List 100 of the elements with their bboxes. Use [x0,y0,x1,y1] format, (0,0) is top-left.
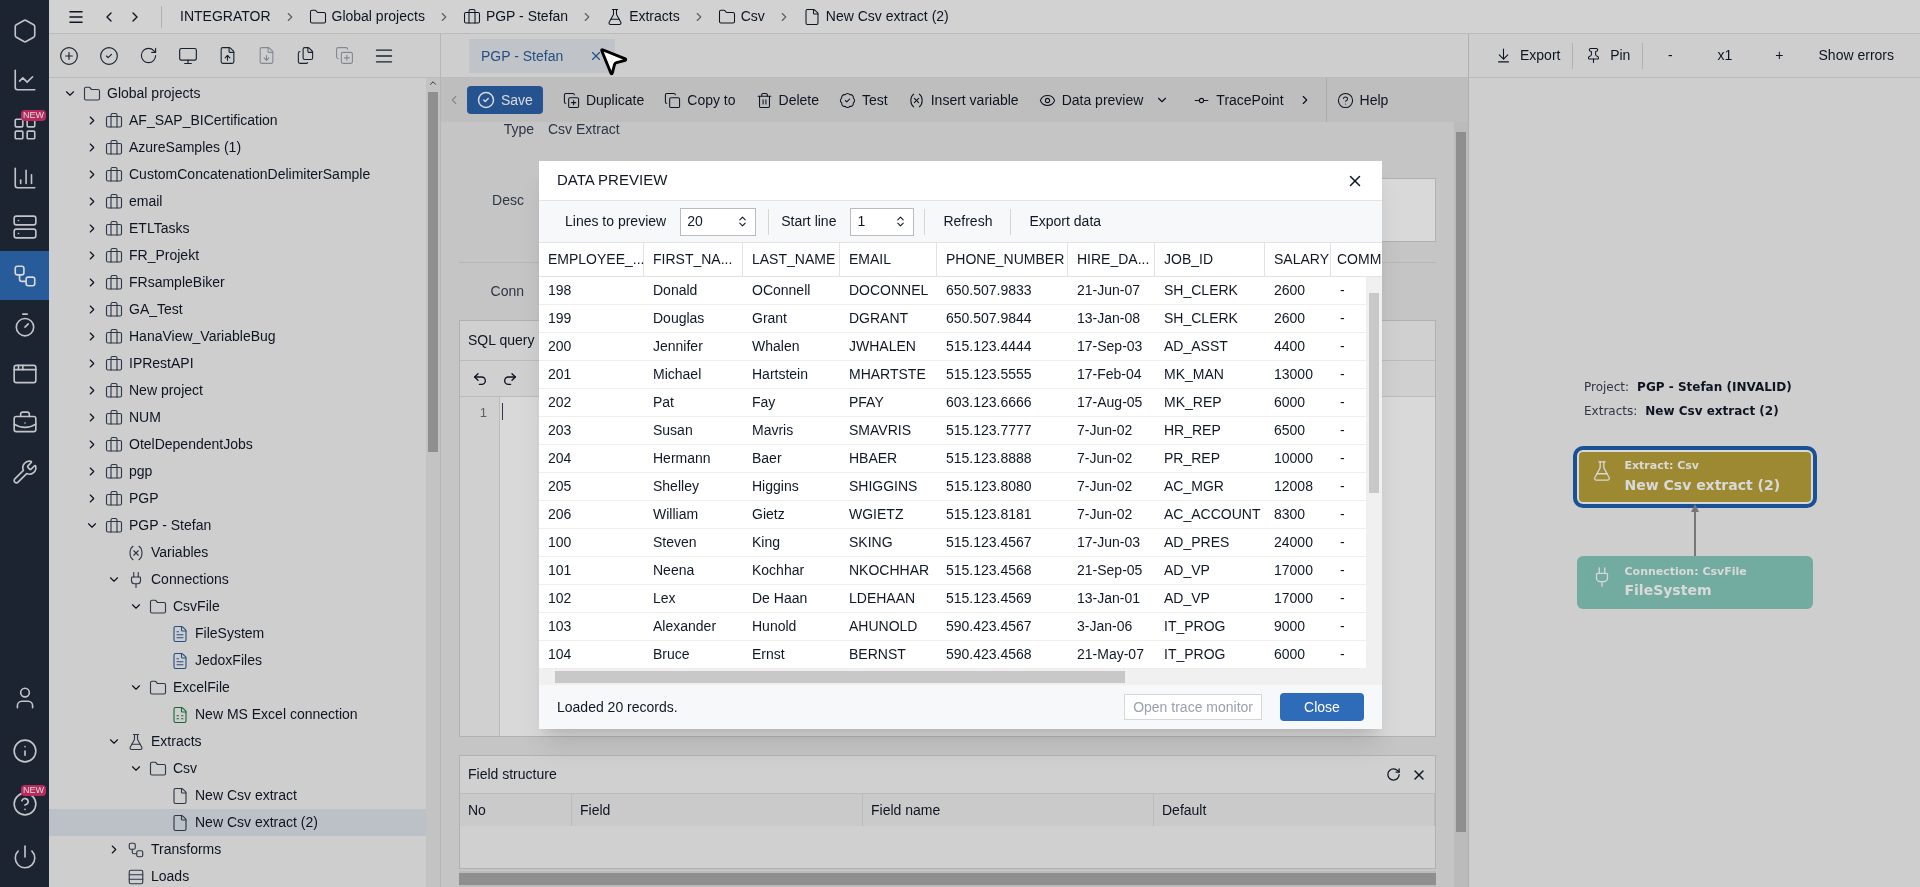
refresh-button[interactable]: Refresh [935,207,1001,236]
upload-icon[interactable] [218,46,237,65]
breadcrumb-link[interactable]: Extracts [606,6,680,27]
toolbar-button[interactable]: Show errors [1806,39,1906,72]
tree-item[interactable]: CustomConcatenationDelimiterSample [49,161,426,188]
toolbar-button[interactable]: Help [1326,84,1399,116]
tree-item[interactable]: FRsampleBiker [49,269,426,296]
toolbar-button[interactable]: Delete [745,84,829,116]
export-icon [1495,47,1512,64]
column-header[interactable]: Field name [863,794,1154,826]
tree-item[interactable]: FileSystem [49,620,426,647]
editor-tab[interactable]: PGP - Stefan [469,39,616,73]
tree-item[interactable]: ETLTasks [49,215,426,242]
column-header[interactable]: SALARY [1265,243,1331,276]
table-cell-text: - [1339,617,1346,636]
column-header[interactable]: HIRE_DA... [1068,243,1155,276]
tree-item[interactable]: JedoxFiles [49,647,426,674]
briefcase-icon [105,111,123,130]
horizontal-scrollbar[interactable] [539,669,1382,685]
monitor-icon[interactable] [178,45,198,66]
breadcrumb-link[interactable]: Global projects [308,6,425,27]
save-button[interactable]: Save [467,86,543,114]
refresh-icon[interactable] [1386,767,1401,782]
toolbar-button[interactable]: Export [1483,39,1573,72]
column-header[interactable]: PHONE_NUMBER [937,243,1068,276]
tree-item[interactable]: NUM [49,404,426,431]
column-header[interactable]: LAST_NAME [743,243,840,276]
column-header[interactable]: EMPLOYEE_... [539,243,644,276]
toolbar-button[interactable]: Copy to [654,84,746,116]
tree-item[interactable]: pgp [49,458,426,485]
refresh-icon[interactable] [139,46,158,65]
export-data-button[interactable]: Export data [1021,207,1110,236]
lines-spinbox[interactable]: 20 [680,207,757,236]
column-header[interactable]: Field [572,794,863,826]
column-header[interactable]: No [460,794,572,826]
tree-item[interactable]: email [49,188,426,215]
check-icon[interactable] [99,45,119,66]
horizontal-scrollbar[interactable] [459,871,1436,887]
tree-item[interactable]: New MS Excel connection [49,701,426,728]
column-header[interactable]: COMM [1331,243,1382,276]
scrollbar[interactable] [1454,122,1468,887]
toolbar-button[interactable]: Duplicate [552,84,655,116]
scroll-up-icon[interactable] [428,78,438,88]
toolbar-button[interactable]: + [1752,39,1807,72]
nav-button[interactable] [0,251,49,300]
tree-item[interactable]: PGP [49,485,426,512]
column-header[interactable]: Default [1154,794,1435,826]
tree-item[interactable]: Variables [49,539,426,566]
tree-item[interactable]: AF_SAP_BICertification [49,107,426,134]
folder-icon [149,678,167,697]
table-cell-text: Douglas [652,309,706,328]
column-header[interactable]: JOB_ID [1155,243,1265,276]
toolbar-button[interactable]: - [1643,39,1698,72]
toolbar-button[interactable]: TracePoint [1183,84,1294,116]
close-button[interactable]: Close [1280,693,1364,721]
toolbar-button[interactable]: x1 [1697,39,1753,72]
tree-item[interactable]: GA_Test [49,296,426,323]
tree-item[interactable]: HanaView_VariableBug [49,323,426,350]
add-icon[interactable] [59,45,79,66]
column-header[interactable]: FIRST_NA... [644,243,743,276]
csv-file-icon [171,624,189,643]
new-badge: NEW [21,110,46,121]
breadcrumb-link[interactable]: PGP - Stefan [462,6,569,27]
toolbar-button[interactable]: Test [829,84,898,116]
tree-item[interactable]: Transforms [49,836,426,863]
tree-item[interactable]: New Csv extract [49,782,426,809]
nav-button[interactable]: NEW [0,104,49,153]
start-line-spinbox[interactable]: 1 [850,207,915,236]
table-cell-text: 7-Jun-02 [1076,477,1134,496]
toolbar-button[interactable]: Insert variable [897,84,1029,116]
folder-icon [149,597,167,616]
tree-item[interactable]: Csv [49,755,426,782]
flask-icon [127,732,145,751]
column-header[interactable]: EMAIL [840,243,937,276]
tree-item[interactable]: OtelDependentJobs [49,431,426,458]
redo-icon[interactable] [502,370,518,387]
toolbar-button[interactable]: Pin [1573,39,1643,72]
tree-item[interactable]: IPRestAPI [49,350,426,377]
breadcrumb-link[interactable]: INTEGRATOR [180,6,271,27]
tree-item[interactable]: PGP - Stefan [49,512,426,539]
table-cell-text: Baer [751,449,783,468]
tree-item[interactable]: Connections [49,566,426,593]
scrollbar[interactable] [426,78,440,887]
tree-item[interactable]: FR_Projekt [49,242,426,269]
breadcrumb-link[interactable]: New Csv extract (2) [802,6,949,27]
undo-icon[interactable] [472,370,488,387]
tree-item[interactable]: Loads [49,863,426,887]
toolbar-button[interactable]: Data preview [1028,84,1154,116]
field-label: Start line [781,212,837,231]
nav-button[interactable]: NEW [0,779,49,828]
table-cell-text: 203 [547,421,573,440]
tree-item[interactable]: CsvFile [49,593,426,620]
tree-item[interactable]: Global projects [49,80,426,107]
tree-item[interactable]: Extracts [49,728,426,755]
tree-item[interactable]: New project [49,377,426,404]
tree-item[interactable]: New Csv extract (2) [49,809,426,836]
tree-item[interactable]: ExcelFile [49,674,426,701]
breadcrumb-link[interactable]: Csv [717,6,765,27]
scrollbar[interactable] [1366,277,1382,669]
tree-item[interactable]: AzureSamples (1) [49,134,426,161]
